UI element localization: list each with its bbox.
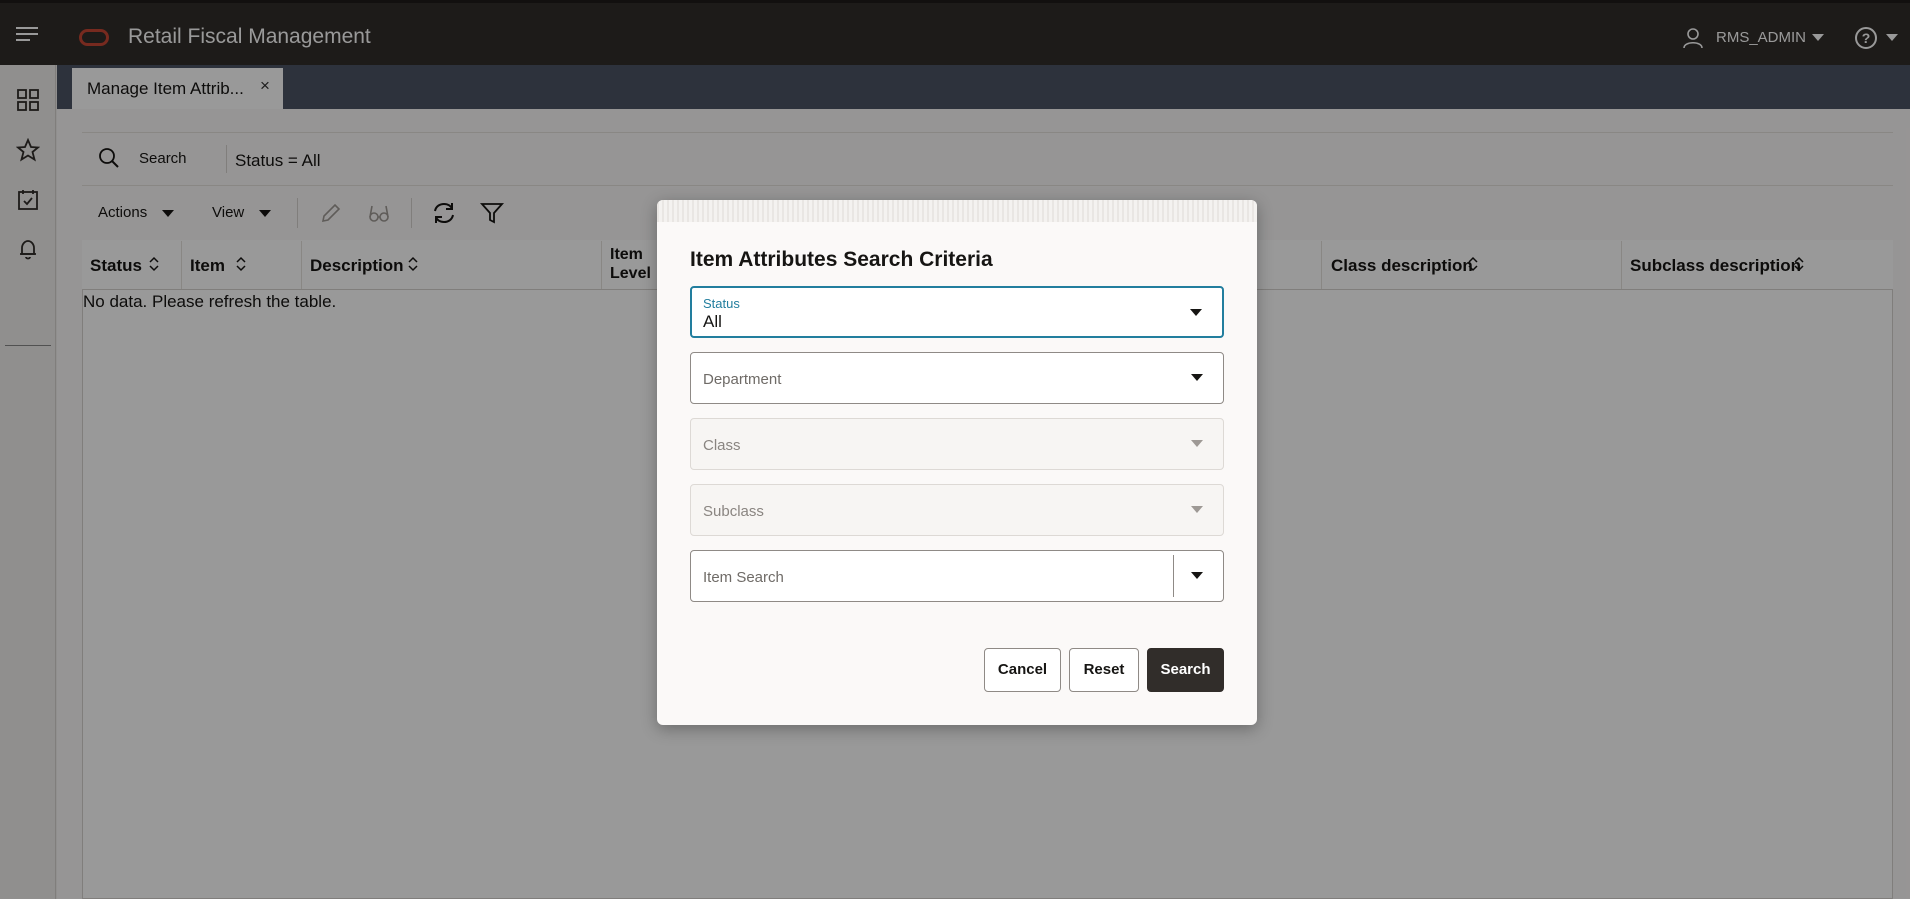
reset-button[interactable]: Reset: [1069, 648, 1139, 692]
department-label: Department: [703, 371, 782, 388]
item-search-label: Item Search: [703, 569, 784, 586]
divider: [1173, 555, 1174, 597]
dialog-drag-handle[interactable]: [657, 200, 1257, 222]
chevron-down-icon[interactable]: [1191, 572, 1203, 579]
chevron-down-icon[interactable]: [1190, 309, 1202, 316]
chevron-down-icon: [1191, 440, 1203, 447]
dialog-title: Item Attributes Search Criteria: [690, 248, 993, 271]
search-button[interactable]: Search: [1147, 648, 1224, 692]
search-criteria-dialog: Item Attributes Search Criteria Status A…: [657, 200, 1257, 725]
cancel-button[interactable]: Cancel: [984, 648, 1061, 692]
chevron-down-icon: [1191, 506, 1203, 513]
status-value: All: [703, 312, 722, 331]
status-select[interactable]: Status All: [690, 286, 1224, 338]
subclass-label: Subclass: [703, 503, 764, 520]
item-search-combobox[interactable]: Item Search: [690, 550, 1224, 602]
department-select[interactable]: Department: [690, 352, 1224, 404]
chevron-down-icon[interactable]: [1191, 374, 1203, 381]
class-label: Class: [703, 437, 741, 454]
status-label: Status: [703, 296, 740, 311]
subclass-select: Subclass: [690, 484, 1224, 536]
class-select: Class: [690, 418, 1224, 470]
